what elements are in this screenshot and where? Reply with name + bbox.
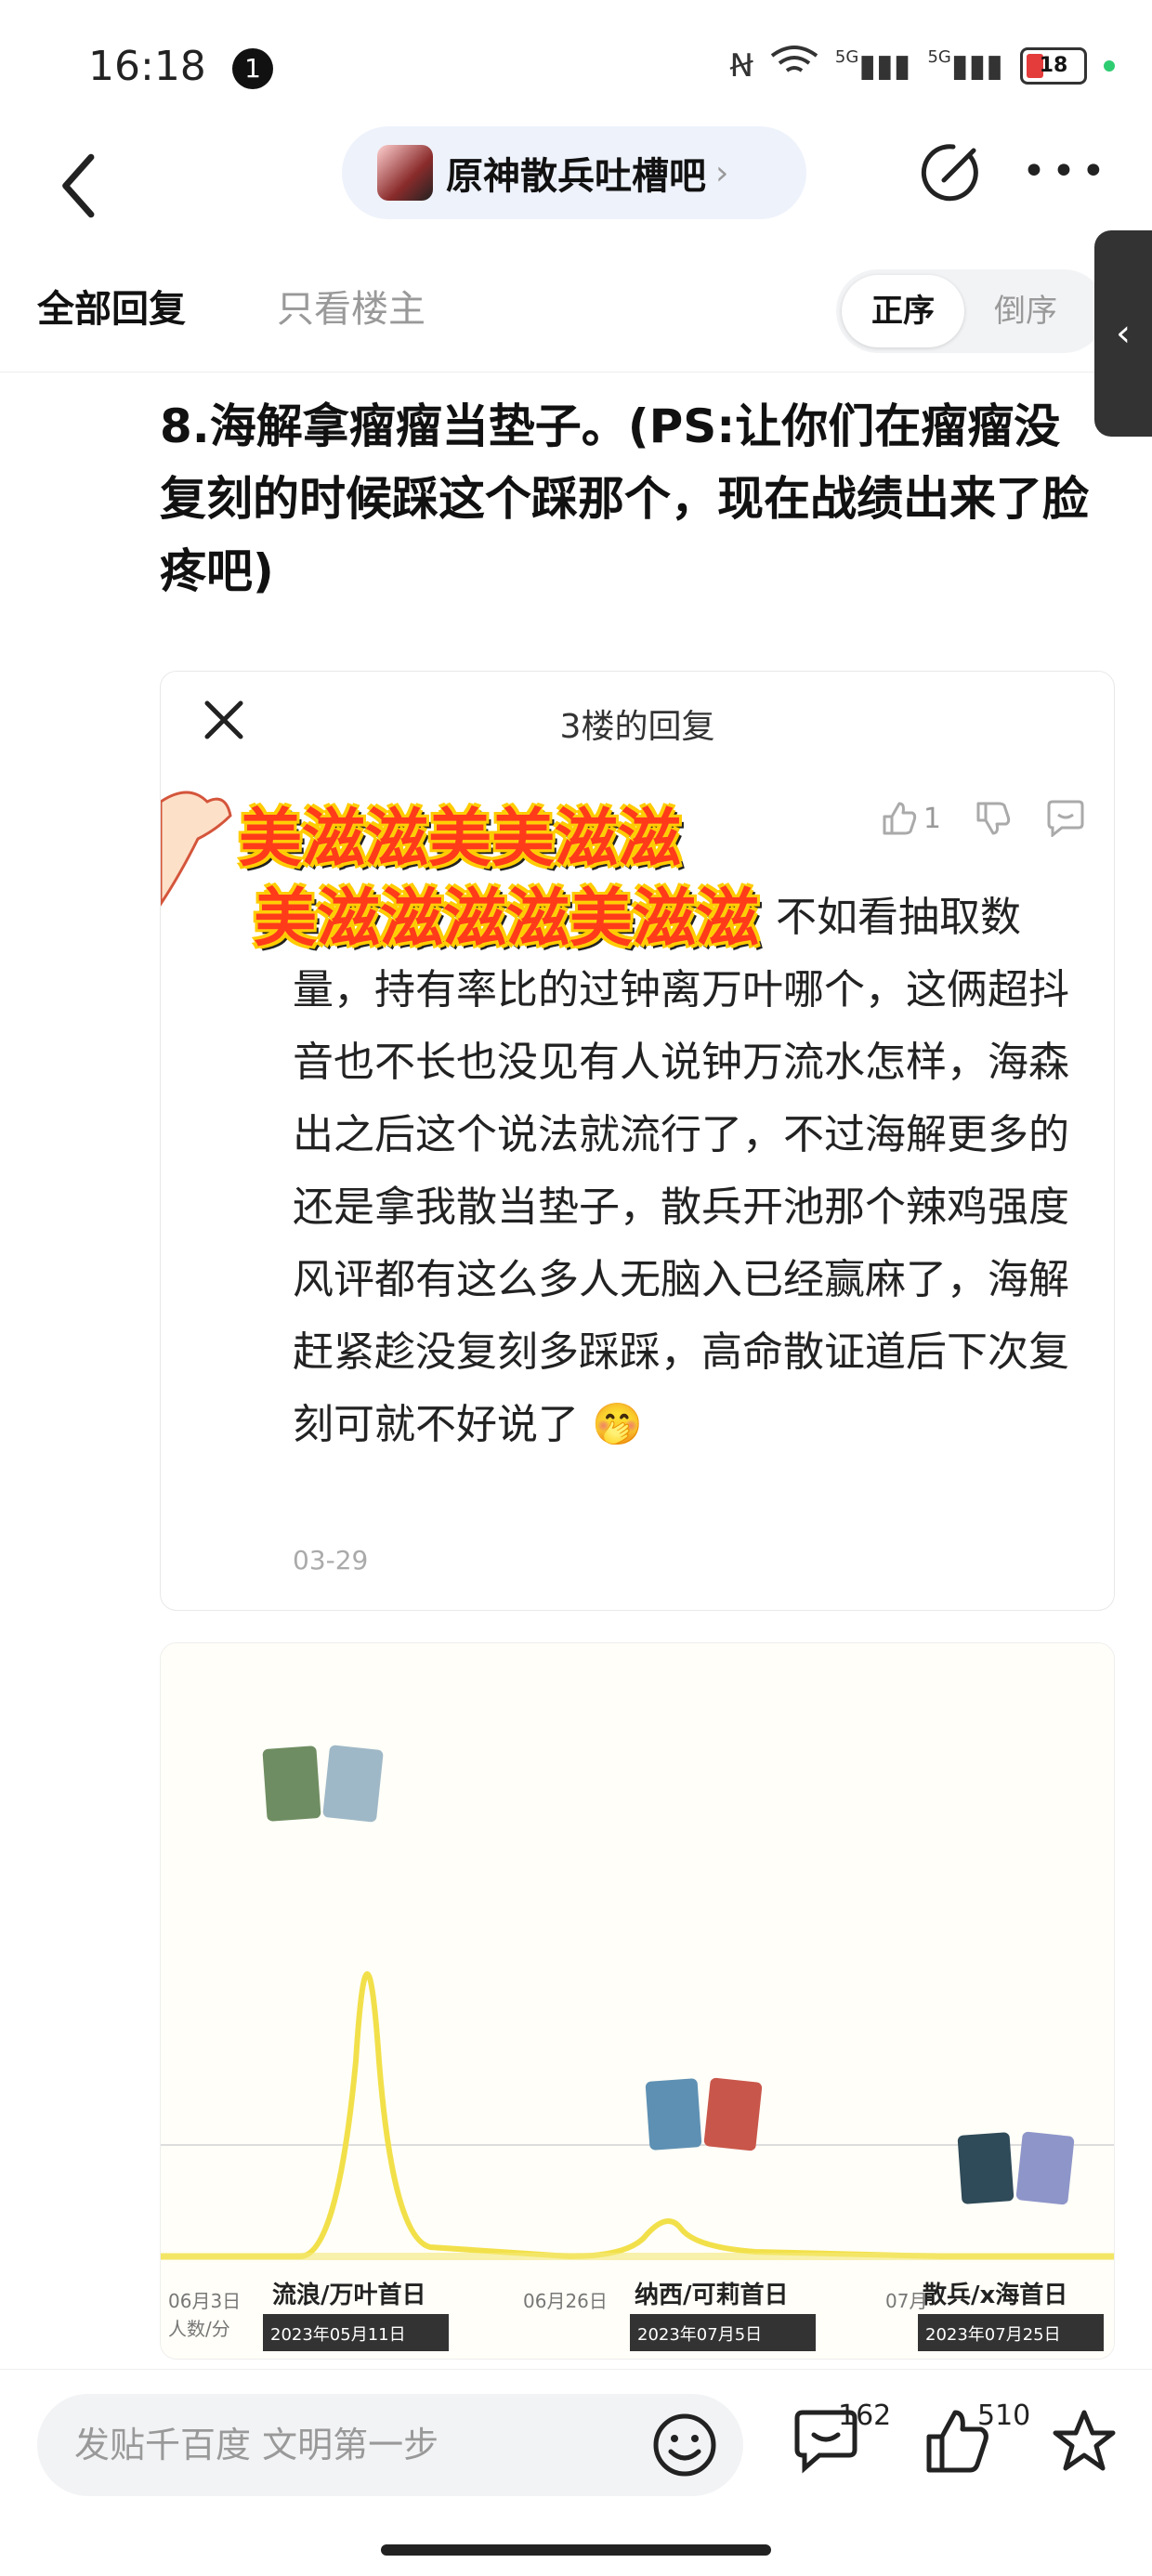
reply-input-placeholder: 发贴千百度 文明第一步	[74, 2425, 439, 2465]
date-text-1: 2023年05月11日	[270, 2325, 406, 2345]
like-count: 1	[923, 802, 941, 835]
star-icon[interactable]	[1050, 2407, 1119, 2476]
date-text-3: 2023年07月25日	[925, 2325, 1061, 2345]
home-indicator	[381, 2544, 771, 2556]
notification-badge: 1	[232, 48, 273, 89]
character-card-4	[703, 2077, 763, 2151]
character-card-3	[645, 2078, 702, 2151]
signal-icon-2: 5G▮▮▮	[927, 46, 1003, 85]
more-icon[interactable]: •••	[1022, 151, 1111, 192]
sticker-text-1: 美滋滋美美滋滋	[239, 803, 682, 876]
annotation-label-3: 散兵/x海首日	[923, 2281, 1067, 2309]
thumbs-up-icon	[883, 802, 917, 835]
tick-label-2: 06月26日	[523, 2290, 608, 2312]
dislike-button[interactable]	[975, 800, 1012, 837]
reply-title: 3楼的回复	[559, 708, 715, 746]
tab-only-op[interactable]: 只看楼主	[277, 279, 425, 333]
annotation-label-1: 流浪/万叶首日	[272, 2281, 426, 2309]
reply-first-line: 不如看抽取数	[776, 894, 1021, 941]
emoji-icon-button[interactable]	[650, 2411, 719, 2479]
status-dot	[1104, 59, 1115, 72]
reply-actions: 1	[881, 800, 1086, 837]
network-label-2: 5G	[927, 46, 951, 67]
order-toggle: 正序 倒序	[836, 269, 1106, 353]
tick-label-1: 06月3日	[168, 2290, 241, 2312]
battery-level: 18	[1039, 53, 1068, 77]
post-image[interactable]: 06月3日 06月26日 07月 人数/分 流浪/万叶首日 纳西/可莉首日 散兵…	[160, 1642, 1115, 2360]
reply-input[interactable]: 发贴千百度 文明第一步	[37, 2394, 743, 2496]
status-icons: Ꞥ 5G▮▮▮ 5G▮▮▮ 18	[729, 45, 1115, 86]
order-asc-button[interactable]: 正序	[842, 275, 964, 347]
status-time: 16:18	[88, 43, 206, 90]
reply-tabs: 全部回复 只看楼主 正序 倒序	[0, 269, 1152, 373]
reply-body-text: 量，持有率比的过钟离万叶哪个，这俩超抖音也不长也没见有人说钟万流水怎样，海森出之…	[293, 966, 1069, 1448]
reply-card: 3楼的回复 美滋滋美美滋滋 美滋滋滋滋美滋滋 1 不如看抽取数量，持有率比的过钟…	[160, 671, 1115, 1611]
reply-date: 03-29	[293, 1545, 369, 1576]
status-bar: 16:18 1 Ꞥ 5G▮▮▮ 5G▮▮▮ 18	[0, 0, 1152, 130]
post-content: 8.海解拿瘤瘤当垫子。(PS:让你们在瘤瘤没复刻的时候踩这个踩那个，现在战绩出来…	[160, 399, 1089, 598]
back-arrow-icon[interactable]	[46, 139, 121, 232]
comment-button[interactable]	[1045, 800, 1086, 837]
wifi-icon	[770, 45, 818, 86]
tick-label-3: 07月	[885, 2290, 927, 2312]
emoji-icon: 🤭	[592, 1401, 643, 1448]
date-text-2: 2023年07月5日	[637, 2325, 762, 2345]
character-card-5	[957, 2132, 1015, 2204]
like-count-total: 510	[977, 2399, 1031, 2432]
order-desc-button[interactable]: 倒序	[994, 269, 1057, 353]
signal-icon-1: 5G▮▮▮	[834, 46, 911, 85]
network-label-1: 5G	[834, 46, 859, 67]
forum-pill[interactable]: 原神散兵吐槽吧 ›	[342, 126, 806, 219]
forum-avatar	[377, 145, 433, 201]
nfc-icon: Ꞥ	[729, 46, 753, 85]
character-card-6	[1015, 2131, 1075, 2205]
comment-icon	[1047, 800, 1084, 837]
side-panel-handle[interactable]: ‹	[1094, 230, 1152, 437]
chart-image-svg: 06月3日 06月26日 07月 人数/分 流浪/万叶首日 纳西/可莉首日 散兵…	[161, 1643, 1114, 2359]
comment-count: 162	[838, 2399, 892, 2432]
thumbs-down-icon	[976, 802, 1011, 835]
legend-label: 人数/分	[168, 2318, 230, 2340]
forum-name: 原神散兵吐槽吧	[446, 155, 706, 198]
chevron-right-icon: ›	[715, 153, 729, 192]
reply-text: 不如看抽取数量，持有率比的过钟离万叶哪个，这俩超抖音也不长也没见有人说钟万流水怎…	[293, 882, 1092, 1461]
character-card-2	[322, 1745, 384, 1823]
chevron-left-icon: ‹	[1116, 312, 1131, 355]
annotation-label-2: 纳西/可莉首日	[635, 2281, 789, 2309]
edit-icon[interactable]	[916, 137, 987, 208]
bottom-bar: 发贴千百度 文明第一步 162 510	[0, 2369, 1152, 2576]
tab-all-replies[interactable]: 全部回复	[37, 279, 186, 333]
character-card-1	[262, 1746, 321, 1822]
battery-icon: 18	[1020, 46, 1087, 85]
like-button[interactable]: 1	[881, 800, 941, 837]
